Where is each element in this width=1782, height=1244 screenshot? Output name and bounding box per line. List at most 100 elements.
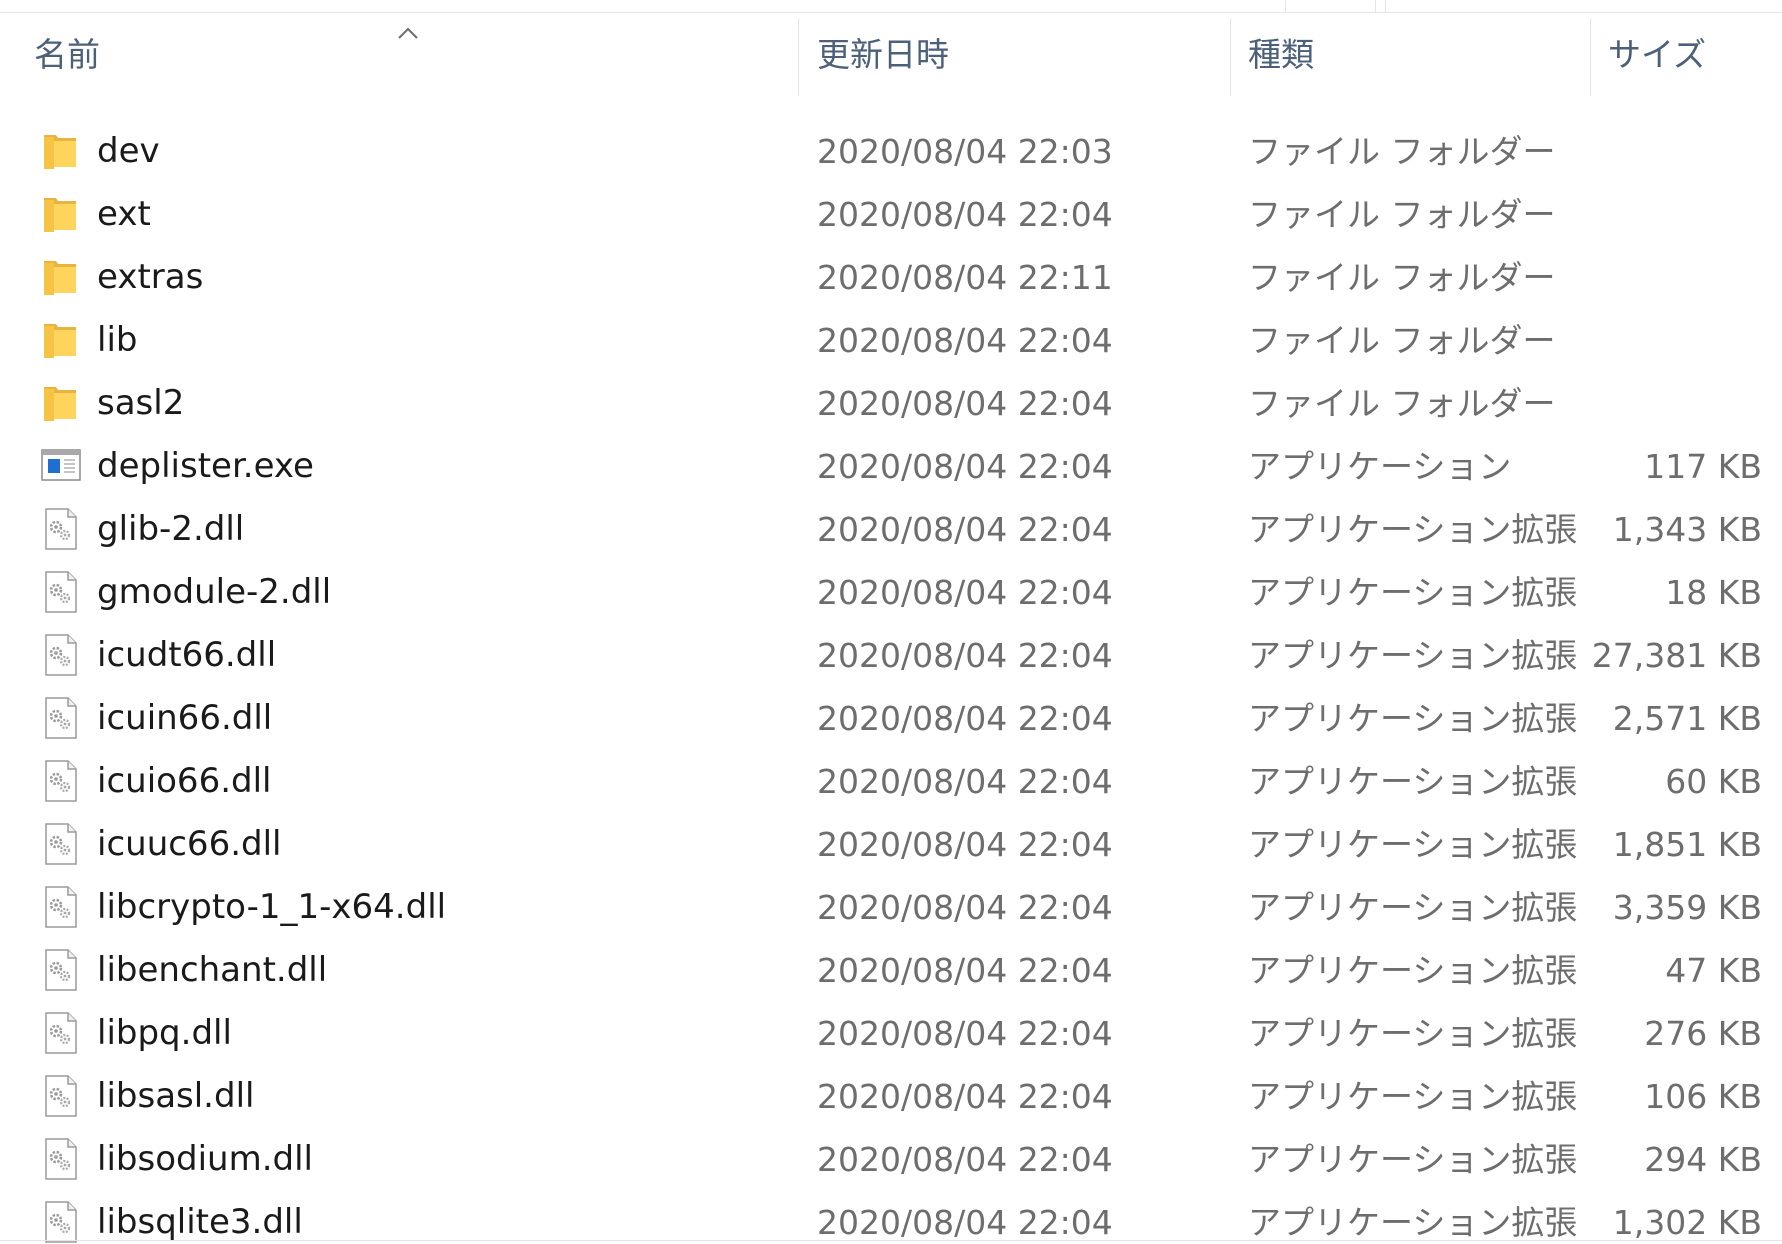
file-row[interactable]: libsqlite3.dll 2020/08/04 22:04 アプリケーション拡張… (0, 1191, 1782, 1244)
file-type: アプリケーション拡張 (1248, 1203, 1578, 1242)
file-row[interactable]: gmodule-2.dll 2020/08/04 22:04 アプリケーション拡張 1… (0, 561, 1782, 624)
dll-file-icon (40, 948, 82, 992)
file-modified-date: 2020/08/04 22:04 (817, 888, 1113, 927)
file-row[interactable]: glib-2.dll 2020/08/04 22:04 アプリケーション拡張 1,34… (0, 498, 1782, 561)
file-modified-date: 2020/08/04 22:04 (817, 1140, 1113, 1179)
file-size: 106 KB (1644, 1077, 1762, 1116)
file-modified-date: 2020/08/04 22:04 (817, 1077, 1113, 1116)
file-type: アプリケーション拡張 (1248, 888, 1578, 927)
toolbar-divider (1385, 0, 1386, 12)
file-modified-date: 2020/08/04 22:04 (817, 573, 1113, 612)
dll-file-icon (40, 759, 82, 803)
file-size: 47 KB (1665, 951, 1762, 990)
file-type: ファイル フォルダー (1248, 132, 1556, 171)
file-name: deplister.exe (97, 446, 314, 486)
file-row[interactable]: libenchant.dll 2020/08/04 22:04 アプリケーション拡張… (0, 939, 1782, 1002)
file-row[interactable]: dev 2020/08/04 22:03 ファイル フォルダー (0, 120, 1782, 183)
application-icon (40, 444, 82, 488)
dll-file-icon (40, 822, 82, 866)
file-name: glib-2.dll (97, 509, 245, 549)
toolbar-divider (1285, 0, 1286, 12)
file-modified-date: 2020/08/04 22:04 (817, 636, 1113, 675)
file-size (1562, 309, 1762, 372)
file-size: 60 KB (1665, 762, 1762, 801)
file-modified-date: 2020/08/04 22:04 (817, 195, 1113, 234)
file-modified-date: 2020/08/04 22:04 (817, 825, 1113, 864)
column-header-size[interactable]: サイズ (1608, 12, 1706, 92)
sort-ascending-icon[interactable] (397, 26, 419, 40)
file-row[interactable]: sasl2 2020/08/04 22:04 ファイル フォルダー (0, 372, 1782, 435)
column-divider[interactable] (1590, 18, 1591, 96)
file-type: アプリケーション拡張 (1248, 1077, 1578, 1116)
dll-file-icon (40, 507, 82, 551)
file-modified-date: 2020/08/04 22:04 (817, 1014, 1113, 1053)
folder-icon (40, 381, 82, 425)
file-type: ファイル フォルダー (1248, 195, 1556, 234)
file-modified-date: 2020/08/04 22:04 (817, 510, 1113, 549)
file-explorer-window: 名前 更新日時 種類 サイズ dev 2020/08/04 22:03 ファイル フ… (0, 0, 1782, 1244)
folder-icon (40, 255, 82, 299)
file-row[interactable]: libsasl.dll 2020/08/04 22:04 アプリケーション拡張 106… (0, 1065, 1782, 1128)
dll-file-icon (40, 1074, 82, 1118)
file-type: アプリケーション拡張 (1248, 1140, 1578, 1179)
list-bottom-edge (0, 1240, 1782, 1241)
file-row[interactable]: deplister.exe 2020/08/04 22:04 アプリケーション 117… (0, 435, 1782, 498)
file-type: アプリケーション (1248, 447, 1512, 486)
file-size: 1,302 KB (1612, 1203, 1762, 1242)
file-row[interactable]: libcrypto-1_1-x64.dll 2020/08/04 22:04 アプリ… (0, 876, 1782, 939)
file-name: libenchant.dll (97, 950, 328, 990)
file-name: ext (97, 194, 151, 234)
file-type: アプリケーション拡張 (1248, 1014, 1578, 1053)
dll-file-icon (40, 633, 82, 677)
file-size (1562, 183, 1762, 246)
file-type: アプリケーション拡張 (1248, 573, 1578, 612)
file-modified-date: 2020/08/04 22:04 (817, 321, 1113, 360)
file-name: libpq.dll (97, 1013, 232, 1053)
file-row[interactable]: icudt66.dll 2020/08/04 22:04 アプリケーション拡張 27,… (0, 624, 1782, 687)
dll-file-icon (40, 570, 82, 614)
file-size: 294 KB (1644, 1140, 1762, 1179)
file-type: アプリケーション拡張 (1248, 762, 1578, 801)
file-size: 27,381 KB (1591, 636, 1762, 675)
column-divider[interactable] (798, 18, 799, 96)
column-header-name[interactable]: 名前 (34, 12, 100, 92)
file-name: dev (97, 131, 160, 171)
file-name: icudt66.dll (97, 635, 277, 675)
column-divider[interactable] (1230, 18, 1231, 96)
file-row[interactable]: icuin66.dll 2020/08/04 22:04 アプリケーション拡張 2,5… (0, 687, 1782, 750)
column-header-type[interactable]: 種類 (1248, 12, 1314, 92)
file-row[interactable]: lib 2020/08/04 22:04 ファイル フォルダー (0, 309, 1782, 372)
file-size: 117 KB (1644, 447, 1762, 486)
file-size (1562, 246, 1762, 309)
file-name: sasl2 (97, 383, 185, 423)
file-size (1562, 372, 1762, 435)
file-type: アプリケーション拡張 (1248, 951, 1578, 990)
dll-file-icon (40, 696, 82, 740)
file-row[interactable]: libpq.dll 2020/08/04 22:04 アプリケーション拡張 276 K… (0, 1002, 1782, 1065)
file-modified-date: 2020/08/04 22:04 (817, 762, 1113, 801)
column-header-modified[interactable]: 更新日時 (817, 12, 949, 92)
file-name: libcrypto-1_1-x64.dll (97, 887, 447, 927)
file-modified-date: 2020/08/04 22:04 (817, 1203, 1113, 1242)
file-type: ファイル フォルダー (1248, 258, 1556, 297)
file-row[interactable]: ext 2020/08/04 22:04 ファイル フォルダー (0, 183, 1782, 246)
file-name: libsasl.dll (97, 1076, 255, 1116)
file-name: icuin66.dll (97, 698, 273, 738)
file-size (1562, 120, 1762, 183)
file-row[interactable]: libsodium.dll 2020/08/04 22:04 アプリケーション拡張 2… (0, 1128, 1782, 1191)
folder-icon (40, 192, 82, 236)
file-row[interactable]: icuuc66.dll 2020/08/04 22:04 アプリケーション拡張 1,8… (0, 813, 1782, 876)
file-name: libsodium.dll (97, 1139, 313, 1179)
file-modified-date: 2020/08/04 22:04 (817, 951, 1113, 990)
dll-file-icon (40, 1137, 82, 1181)
file-modified-date: 2020/08/04 22:04 (817, 384, 1113, 423)
file-name: icuuc66.dll (97, 824, 282, 864)
folder-icon (40, 129, 82, 173)
file-size: 1,343 KB (1612, 510, 1762, 549)
file-name: libsqlite3.dll (97, 1202, 303, 1242)
folder-icon (40, 318, 82, 362)
file-row[interactable]: icuio66.dll 2020/08/04 22:04 アプリケーション拡張 60 … (0, 750, 1782, 813)
file-row[interactable]: extras 2020/08/04 22:11 ファイル フォルダー (0, 246, 1782, 309)
file-modified-date: 2020/08/04 22:04 (817, 699, 1113, 738)
file-name: extras (97, 257, 204, 297)
